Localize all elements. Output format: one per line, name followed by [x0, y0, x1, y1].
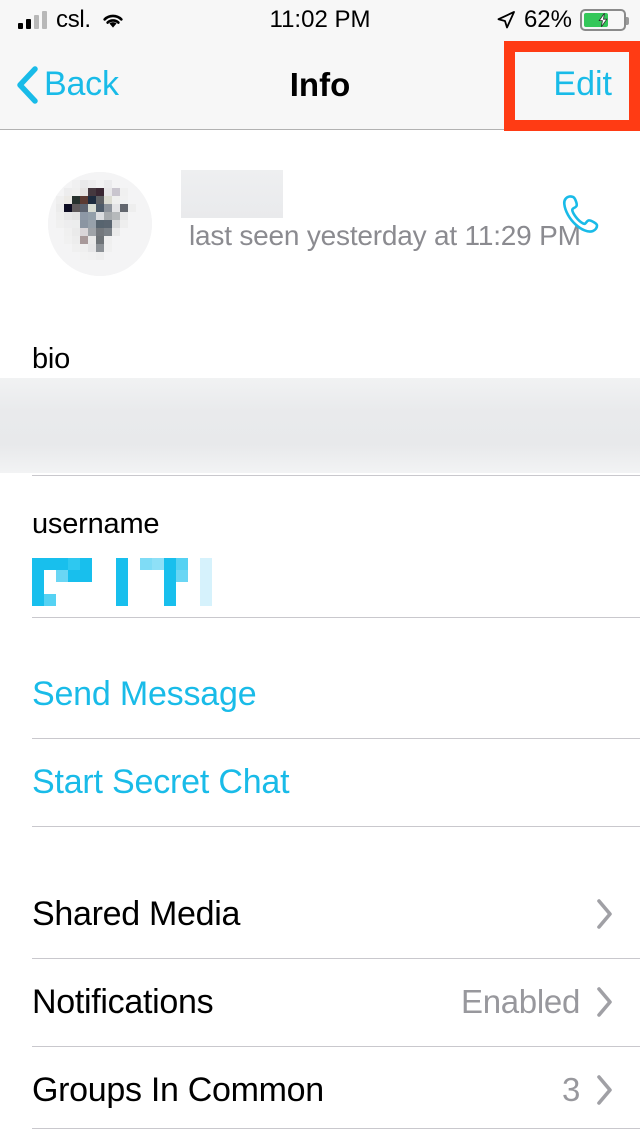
battery-percent-label: 62% — [523, 6, 572, 33]
phone-icon[interactable] — [556, 190, 604, 238]
profile-header: last seen yesterday at 11:29 PM — [0, 130, 640, 328]
groups-in-common-value: 3 — [561, 1071, 580, 1108]
shared-media-row[interactable]: Shared Media — [0, 870, 640, 958]
shared-media-label: Shared Media — [32, 894, 241, 933]
chevron-right-icon — [596, 986, 614, 1018]
bio-value-redacted — [0, 378, 640, 473]
groups-in-common-accessory: 3 — [562, 1071, 614, 1109]
avatar-pixelated[interactable] — [48, 172, 152, 276]
notifications-row[interactable]: Notifications Enabled — [0, 958, 640, 1046]
start-secret-chat-label: Start Secret Chat — [32, 762, 290, 801]
status-bar-right: 62% — [496, 6, 629, 34]
username-value-redacted — [32, 558, 212, 606]
send-message-label: Send Message — [32, 674, 257, 713]
bio-label: bio — [32, 343, 71, 375]
contact-name-redacted — [181, 170, 283, 218]
groups-in-common-label: Groups In Common — [32, 1070, 324, 1109]
send-message-row[interactable]: Send Message — [0, 650, 640, 738]
shared-media-accessory — [580, 898, 614, 930]
start-secret-chat-row[interactable]: Start Secret Chat — [0, 738, 640, 826]
chevron-right-icon — [596, 1074, 614, 1106]
status-bar: csl. 11:02 PM 62% — [0, 0, 640, 40]
notifications-label: Notifications — [32, 982, 214, 1021]
separator-username — [32, 617, 640, 618]
info-content: last seen yesterday at 11:29 PM bio user… — [0, 130, 640, 1136]
groups-in-common-row[interactable]: Groups In Common 3 — [0, 1046, 640, 1134]
separator-bio — [32, 475, 640, 476]
notifications-value: Enabled — [460, 983, 580, 1020]
phone-screen: csl. 11:02 PM 62% Back Info Edit last se… — [0, 0, 640, 1136]
navigation-bar: Back Info Edit — [0, 40, 640, 130]
avatar-pixel-art — [48, 172, 152, 276]
edit-button[interactable]: Edit — [553, 40, 612, 129]
username-label: username — [32, 508, 160, 540]
separator-secret-chat — [32, 826, 640, 827]
notifications-accessory: Enabled — [461, 983, 614, 1021]
last-seen-status: last seen yesterday at 11:29 PM — [189, 220, 581, 251]
battery-charging-icon — [580, 9, 629, 31]
page-title: Info — [289, 65, 351, 103]
location-arrow-icon — [496, 10, 516, 30]
separator-groups-in-common — [32, 1128, 640, 1129]
chevron-right-icon — [596, 898, 614, 930]
